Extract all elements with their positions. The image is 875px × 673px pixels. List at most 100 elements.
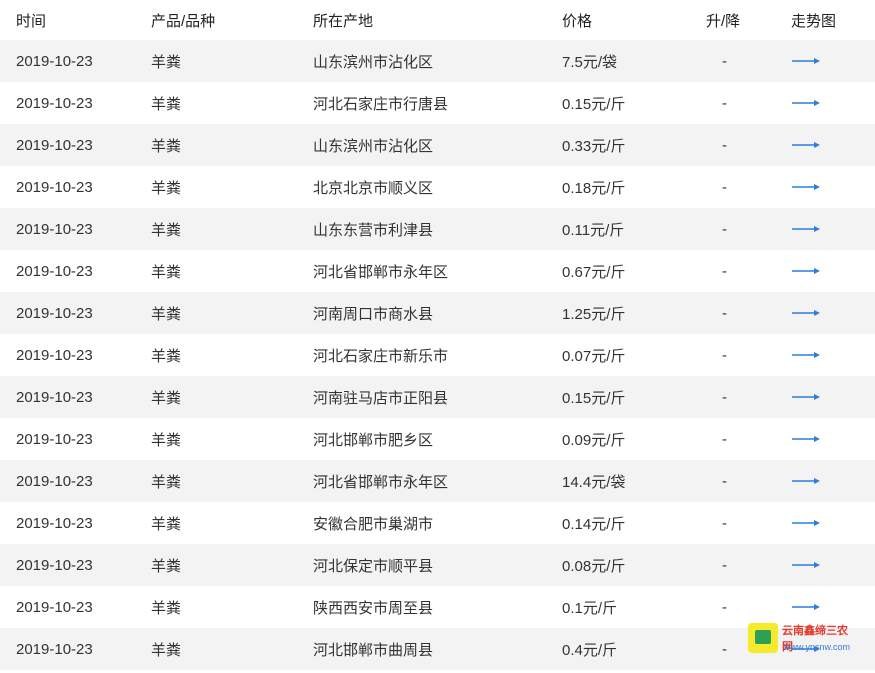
cell-change: -	[722, 262, 727, 280]
cell-date: 2019-10-23	[16, 514, 93, 532]
table-row: 2019-10-23 羊粪 安徽合肥市巢湖市 0.14元/斤 -	[0, 502, 875, 544]
arrow-right-icon	[792, 100, 820, 106]
cell-product: 羊粪	[151, 263, 182, 281]
cell-price: 0.14元/斤	[562, 515, 626, 533]
site-watermark: 云南鑫缔三农网 www.ynsnw.com	[744, 620, 852, 658]
cell-trend	[791, 376, 821, 418]
cell-price: 7.5元/袋	[562, 53, 618, 71]
cell-origin: 河北石家庄市行唐县	[313, 95, 449, 113]
trend-chart-link[interactable]	[791, 56, 821, 66]
cell-price: 0.1元/斤	[562, 599, 618, 617]
arrow-right-icon	[792, 184, 820, 190]
cell-trend	[791, 502, 821, 544]
cell-product: 羊粪	[151, 305, 182, 323]
cell-product: 羊粪	[151, 179, 182, 197]
cell-date: 2019-10-23	[16, 220, 93, 238]
cell-product: 羊粪	[151, 599, 182, 617]
cell-change: -	[722, 556, 727, 574]
cell-change: -	[722, 220, 727, 238]
header-trend: 走势图	[791, 12, 837, 30]
arrow-right-icon	[792, 226, 820, 232]
cell-change: -	[722, 346, 727, 364]
cell-price: 0.11元/斤	[562, 221, 625, 239]
watermark-logo-icon	[748, 623, 778, 653]
cell-price: 0.15元/斤	[562, 95, 626, 113]
table-row: 2019-10-23 羊粪 河南周口市商水县 1.25元/斤 -	[0, 292, 875, 334]
cell-origin: 北京北京市顺义区	[313, 179, 434, 197]
cell-trend	[791, 40, 821, 82]
cell-origin: 安徽合肥市巢湖市	[313, 515, 434, 533]
trend-chart-link[interactable]	[791, 560, 821, 570]
table-row: 2019-10-23 羊粪 河北石家庄市行唐县 0.15元/斤 -	[0, 82, 875, 124]
table-row: 2019-10-23 羊粪 山东东营市利津县 0.11元/斤 -	[0, 208, 875, 250]
cell-date: 2019-10-23	[16, 430, 93, 448]
trend-chart-link[interactable]	[791, 98, 821, 108]
table-body: 2019-10-23 羊粪 山东滨州市沾化区 7.5元/袋 -2019-10-23 羊粪河…	[0, 40, 875, 670]
cell-trend	[791, 166, 821, 208]
cell-price: 0.67元/斤	[562, 263, 626, 281]
arrow-right-icon	[792, 478, 820, 484]
header-time: 时间	[16, 12, 47, 30]
arrow-right-icon	[792, 352, 820, 358]
table-row: 2019-10-23 羊粪 河北省邯郸市永年区 14.4元/袋 -	[0, 460, 875, 502]
cell-product: 羊粪	[151, 137, 182, 155]
arrow-right-icon	[792, 562, 820, 568]
header-change: 升/降	[706, 12, 741, 30]
cell-product: 羊粪	[151, 95, 182, 113]
header-origin: 所在产地	[313, 12, 374, 30]
trend-chart-link[interactable]	[791, 518, 821, 528]
trend-chart-link[interactable]	[791, 182, 821, 192]
arrow-right-icon	[792, 268, 820, 274]
table-row: 2019-10-23 羊粪 河北省邯郸市永年区 0.67元/斤 -	[0, 250, 875, 292]
arrow-right-icon	[792, 520, 820, 526]
cell-price: 0.08元/斤	[562, 557, 626, 575]
header-price: 价格	[562, 12, 593, 30]
arrow-right-icon	[792, 436, 820, 442]
table-row: 2019-10-23 羊粪 河南驻马店市正阳县 0.15元/斤 -	[0, 376, 875, 418]
trend-chart-link[interactable]	[791, 476, 821, 486]
cell-origin: 河北省邯郸市永年区	[313, 263, 449, 281]
cell-change: -	[722, 640, 727, 658]
trend-chart-link[interactable]	[791, 308, 821, 318]
cell-origin: 山东滨州市沾化区	[313, 53, 434, 71]
cell-price: 1.25元/斤	[562, 305, 626, 323]
cell-price: 0.33元/斤	[562, 137, 626, 155]
cell-date: 2019-10-23	[16, 598, 93, 616]
cell-date: 2019-10-23	[16, 556, 93, 574]
table-row: 2019-10-23 羊粪 山东滨州市沾化区 0.33元/斤 -	[0, 124, 875, 166]
trend-chart-link[interactable]	[791, 602, 821, 612]
cell-change: -	[722, 388, 727, 406]
cell-origin: 河南驻马店市正阳县	[313, 389, 449, 407]
cell-price: 0.07元/斤	[562, 347, 626, 365]
cell-date: 2019-10-23	[16, 178, 93, 196]
cell-product: 羊粪	[151, 473, 182, 491]
arrow-right-icon	[792, 604, 820, 610]
table-header: 时间 产品/品种 所在产地 价格 升/降 走势图	[0, 0, 875, 40]
cell-product: 羊粪	[151, 347, 182, 365]
cell-origin: 河北石家庄市新乐市	[313, 347, 449, 365]
cell-change: -	[722, 430, 727, 448]
cell-date: 2019-10-23	[16, 262, 93, 280]
cell-trend	[791, 124, 821, 166]
cell-change: -	[722, 598, 727, 616]
cell-product: 羊粪	[151, 53, 182, 71]
cell-trend	[791, 250, 821, 292]
trend-chart-link[interactable]	[791, 224, 821, 234]
table-row: 2019-10-23 羊粪 河北石家庄市新乐市 0.07元/斤 -	[0, 334, 875, 376]
trend-chart-link[interactable]	[791, 434, 821, 444]
trend-chart-link[interactable]	[791, 350, 821, 360]
cell-change: -	[722, 94, 727, 112]
cell-origin: 陕西西安市周至县	[313, 599, 434, 617]
trend-chart-link[interactable]	[791, 266, 821, 276]
cell-change: -	[722, 136, 727, 154]
cell-date: 2019-10-23	[16, 304, 93, 322]
trend-chart-link[interactable]	[791, 140, 821, 150]
cell-origin: 河南周口市商水县	[313, 305, 434, 323]
cell-origin: 河北邯郸市曲周县	[313, 641, 434, 659]
cell-product: 羊粪	[151, 221, 182, 239]
cell-origin: 山东滨州市沾化区	[313, 137, 434, 155]
table-row: 2019-10-23 羊粪 山东滨州市沾化区 7.5元/袋 -	[0, 40, 875, 82]
cell-price: 0.18元/斤	[562, 179, 626, 197]
header-product: 产品/品种	[151, 12, 216, 30]
trend-chart-link[interactable]	[791, 392, 821, 402]
